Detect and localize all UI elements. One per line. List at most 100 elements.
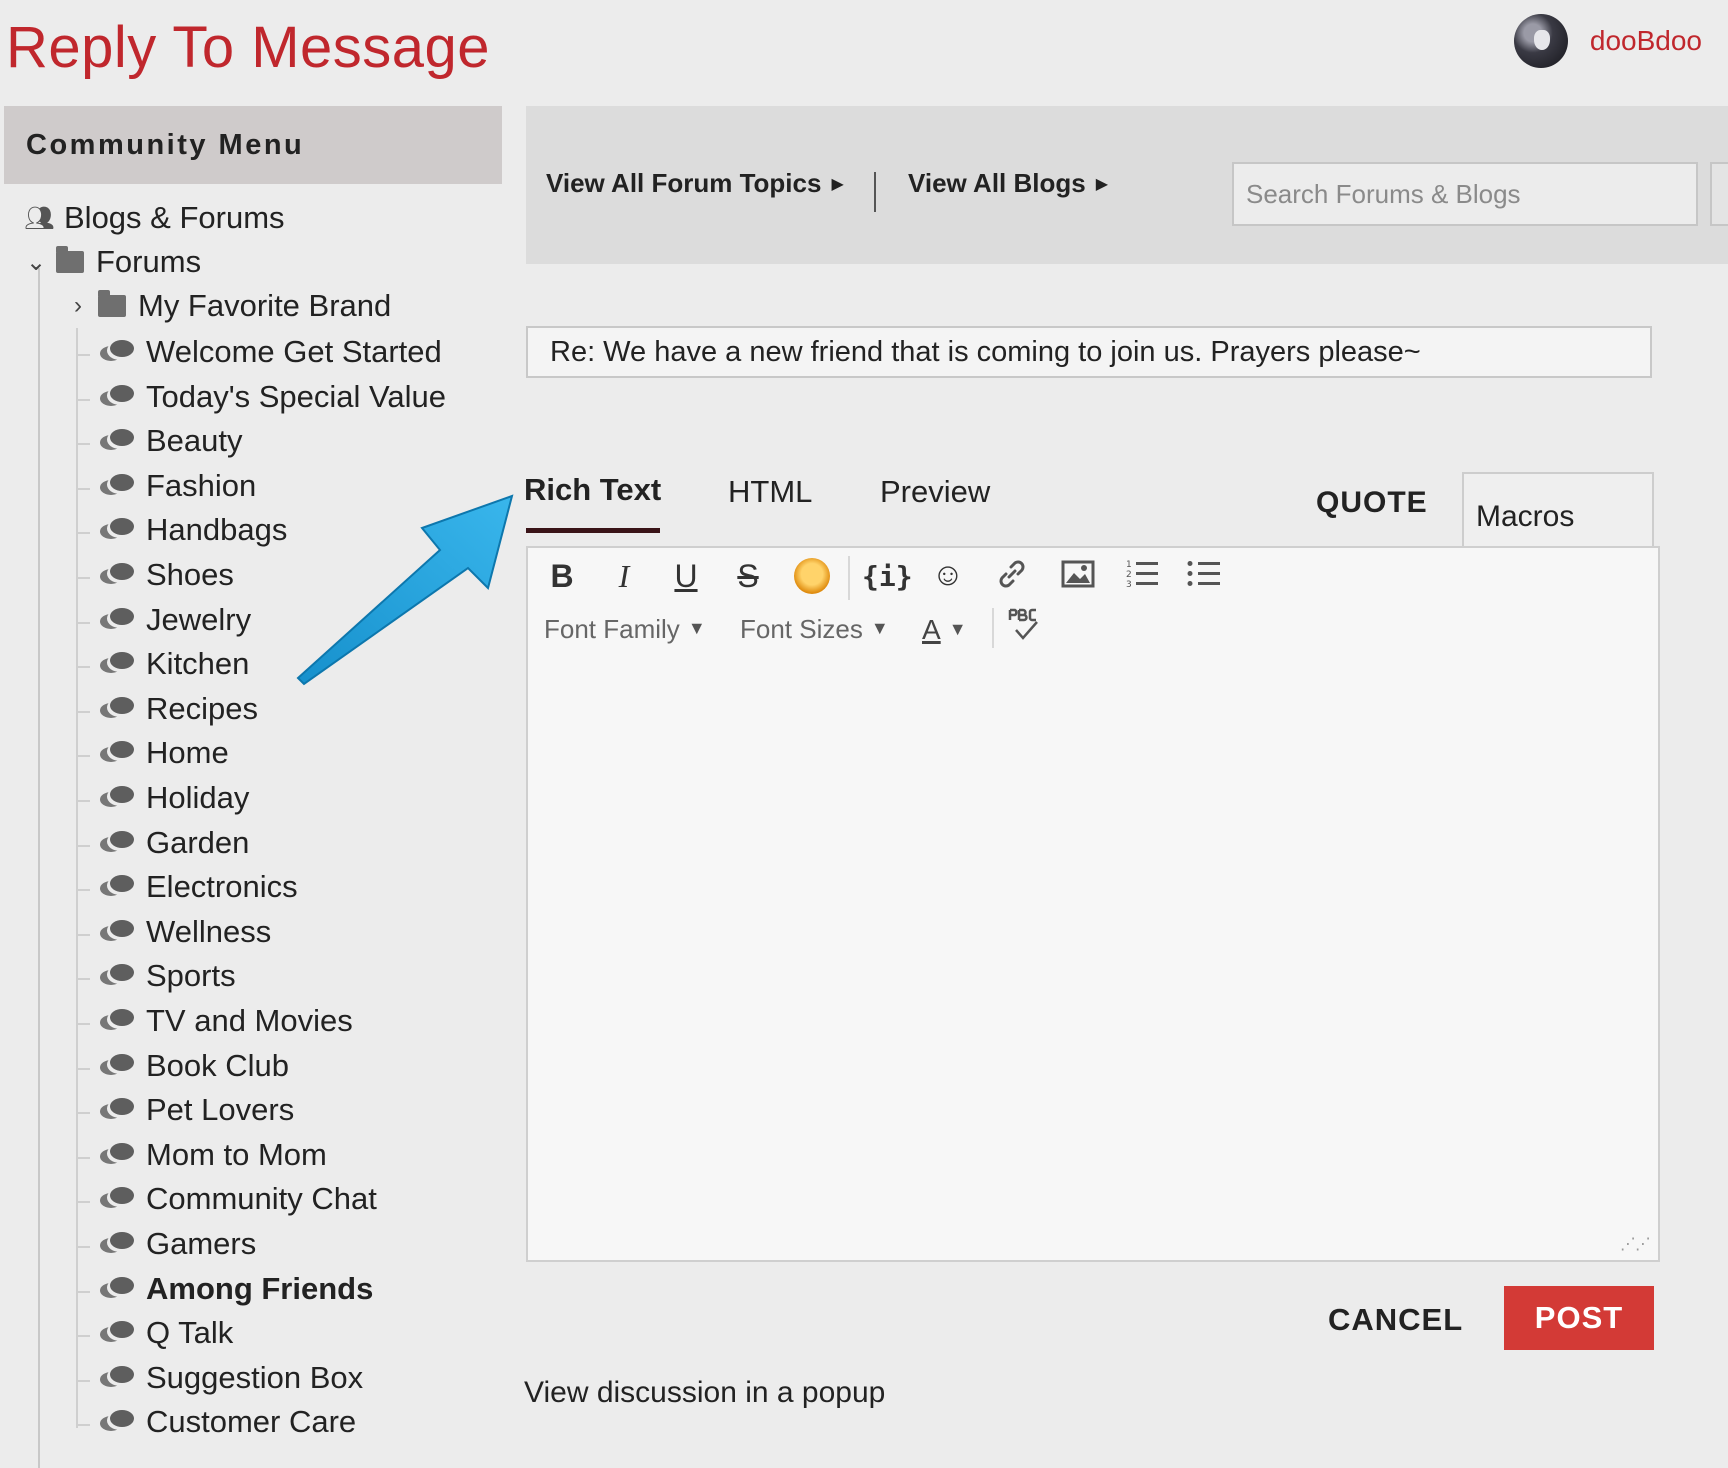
cancel-button[interactable]: CANCEL [1328,1302,1463,1338]
page-title: Reply To Message [6,15,491,80]
quote-button[interactable]: QUOTE [1316,486,1428,520]
view-discussion-popup-link[interactable]: View discussion in a popup [524,1376,885,1410]
sidebar-forum-item[interactable]: Handbags [100,512,287,548]
chat-bubbles-icon [100,607,134,632]
triangle-right-icon: ▶ [1095,176,1109,193]
chat-bubbles-icon [100,786,134,810]
dropdown-label: Font Sizes [740,614,863,644]
sidebar-forum-item[interactable]: Sports [100,958,236,994]
macros-dropdown[interactable]: Macros [1462,472,1654,552]
tree-item-my-favorite-brand[interactable]: › My Favorite Brand [68,288,391,324]
sidebar-forum-item[interactable]: Kitchen [100,646,249,682]
sidebar-forum-label: TV and Movies [146,1003,353,1038]
sidebar-forum-item[interactable]: Q Talk [100,1315,233,1351]
sidebar-forum-item[interactable]: Today's Special Value [100,379,446,415]
sidebar-forum-item[interactable]: Electronics [100,869,298,905]
tree-connector [78,1201,90,1204]
sidebar-forum-item[interactable]: Pet Lovers [100,1092,294,1128]
tree-connector [78,532,90,535]
avatar[interactable] [1513,14,1568,68]
tree-connector [78,1290,90,1293]
view-all-blogs-link[interactable]: View All Blogs ▶ [908,168,1108,199]
sidebar-forum-item[interactable]: Fashion [100,468,256,504]
chat-bubbles-icon [100,830,134,855]
tree-connector [78,1424,90,1427]
tree-item-label: Blogs & Forums [64,200,285,235]
tab-preview[interactable]: Preview [880,474,990,510]
font-family-dropdown[interactable]: Font Family ▼ [544,614,706,645]
italic-icon[interactable]: I [604,558,644,595]
sidebar-forum-label: Sports [146,958,236,994]
sidebar-forum-item[interactable]: TV and Movies [100,1003,353,1039]
tree-item-forums[interactable]: ⌄ Forums [26,244,201,280]
sidebar-forum-item[interactable]: Recipes [100,691,258,727]
chat-bubbles-icon [100,1187,134,1211]
caret-down-icon: ▼ [687,618,706,638]
underline-icon[interactable]: U [666,558,706,595]
search-input[interactable] [1232,162,1698,226]
toolbar-divider [992,608,994,648]
smiley-icon[interactable]: ☺ [928,556,968,593]
image-icon[interactable] [1058,556,1098,600]
sidebar-forum-item[interactable]: Community Chat [100,1181,377,1217]
chat-bubbles-icon [100,741,134,765]
chat-bubbles-icon [100,1410,134,1434]
dropdown-label: Font Family [544,614,680,644]
sidebar-forum-item[interactable]: Mom to Mom [100,1137,327,1173]
view-all-forum-topics-link[interactable]: View All Forum Topics ▶ [546,168,844,199]
sidebar-forum-item[interactable]: Beauty [100,423,243,459]
sidebar-forum-label: Welcome Get Started [146,334,442,369]
tree-connector [78,354,90,356]
tab-rich-text[interactable]: Rich Text [524,472,661,508]
sidebar-forum-item[interactable]: Wellness [100,914,271,950]
sidebar-forum-item[interactable]: Home [100,735,229,771]
text-color-dropdown[interactable]: A ▼ [922,614,967,646]
tree-connector [78,1067,90,1070]
user-profile[interactable]: dooBdoo [1513,14,1702,68]
sidebar-forum-item[interactable]: Welcome Get Started [100,334,442,370]
svg-text:3: 3 [1126,580,1132,590]
sidebar-forum-item[interactable]: Garden [100,825,249,861]
sidebar-forum-item[interactable]: Jewelry [100,602,251,638]
sidebar-forum-item[interactable]: Among Friends [100,1271,373,1307]
tree-connector [78,443,90,446]
tab-html[interactable]: HTML [728,474,812,510]
username[interactable]: dooBdoo [1590,25,1702,57]
numbered-list-icon[interactable]: 123 [1122,556,1162,600]
spellcheck-icon[interactable] [1006,606,1046,654]
tree-item-blogs-forums[interactable]: 👥︎ Blogs & Forums [24,200,285,236]
bold-icon[interactable]: B [542,558,582,595]
subject-field[interactable] [526,326,1652,378]
sidebar-forum-item[interactable]: Shoes [100,557,234,593]
sidebar-forum-item[interactable]: Holiday [100,780,249,816]
sidebar-forum-label: Book Club [146,1047,290,1083]
sidebar-forum-label: Home [146,735,229,771]
strikethrough-icon[interactable]: S [728,558,768,595]
chat-bubbles-icon [100,1053,134,1078]
link-label: View All Forum Topics [546,168,822,198]
emoticon-icon[interactable] [794,558,834,594]
toolbar-divider [848,556,850,600]
chevron-right-icon[interactable]: › [68,292,88,320]
code-icon[interactable]: {i} [862,560,913,593]
tree-connector [78,844,90,847]
sidebar-forum-item[interactable]: Gamers [100,1226,256,1262]
chat-bubbles-icon [100,919,134,944]
tree-connector [78,800,90,802]
sidebar-forum-item[interactable]: Customer Care [100,1404,356,1440]
post-button[interactable]: POST [1504,1286,1654,1350]
chevron-down-icon[interactable]: ⌄ [26,248,46,277]
svg-text:1: 1 [1126,560,1132,570]
rich-text-editor[interactable]: B I U S {i} ☺ 123 Font Family ▼ Font Size… [526,546,1660,1262]
sidebar-forum-item[interactable]: Suggestion Box [100,1360,363,1396]
folder-icon [98,290,126,317]
chat-bubbles-icon [100,1321,134,1345]
font-sizes-dropdown[interactable]: Font Sizes ▼ [740,614,889,645]
bullet-list-icon[interactable] [1184,556,1224,600]
chat-bubbles-icon [100,696,134,721]
resize-handle-icon[interactable]: ⋰⋰ [1620,1234,1651,1254]
chat-bubbles-icon [100,384,134,409]
search-button[interactable] [1710,162,1728,226]
link-icon[interactable] [992,556,1032,600]
sidebar-forum-item[interactable]: Book Club [100,1048,289,1084]
